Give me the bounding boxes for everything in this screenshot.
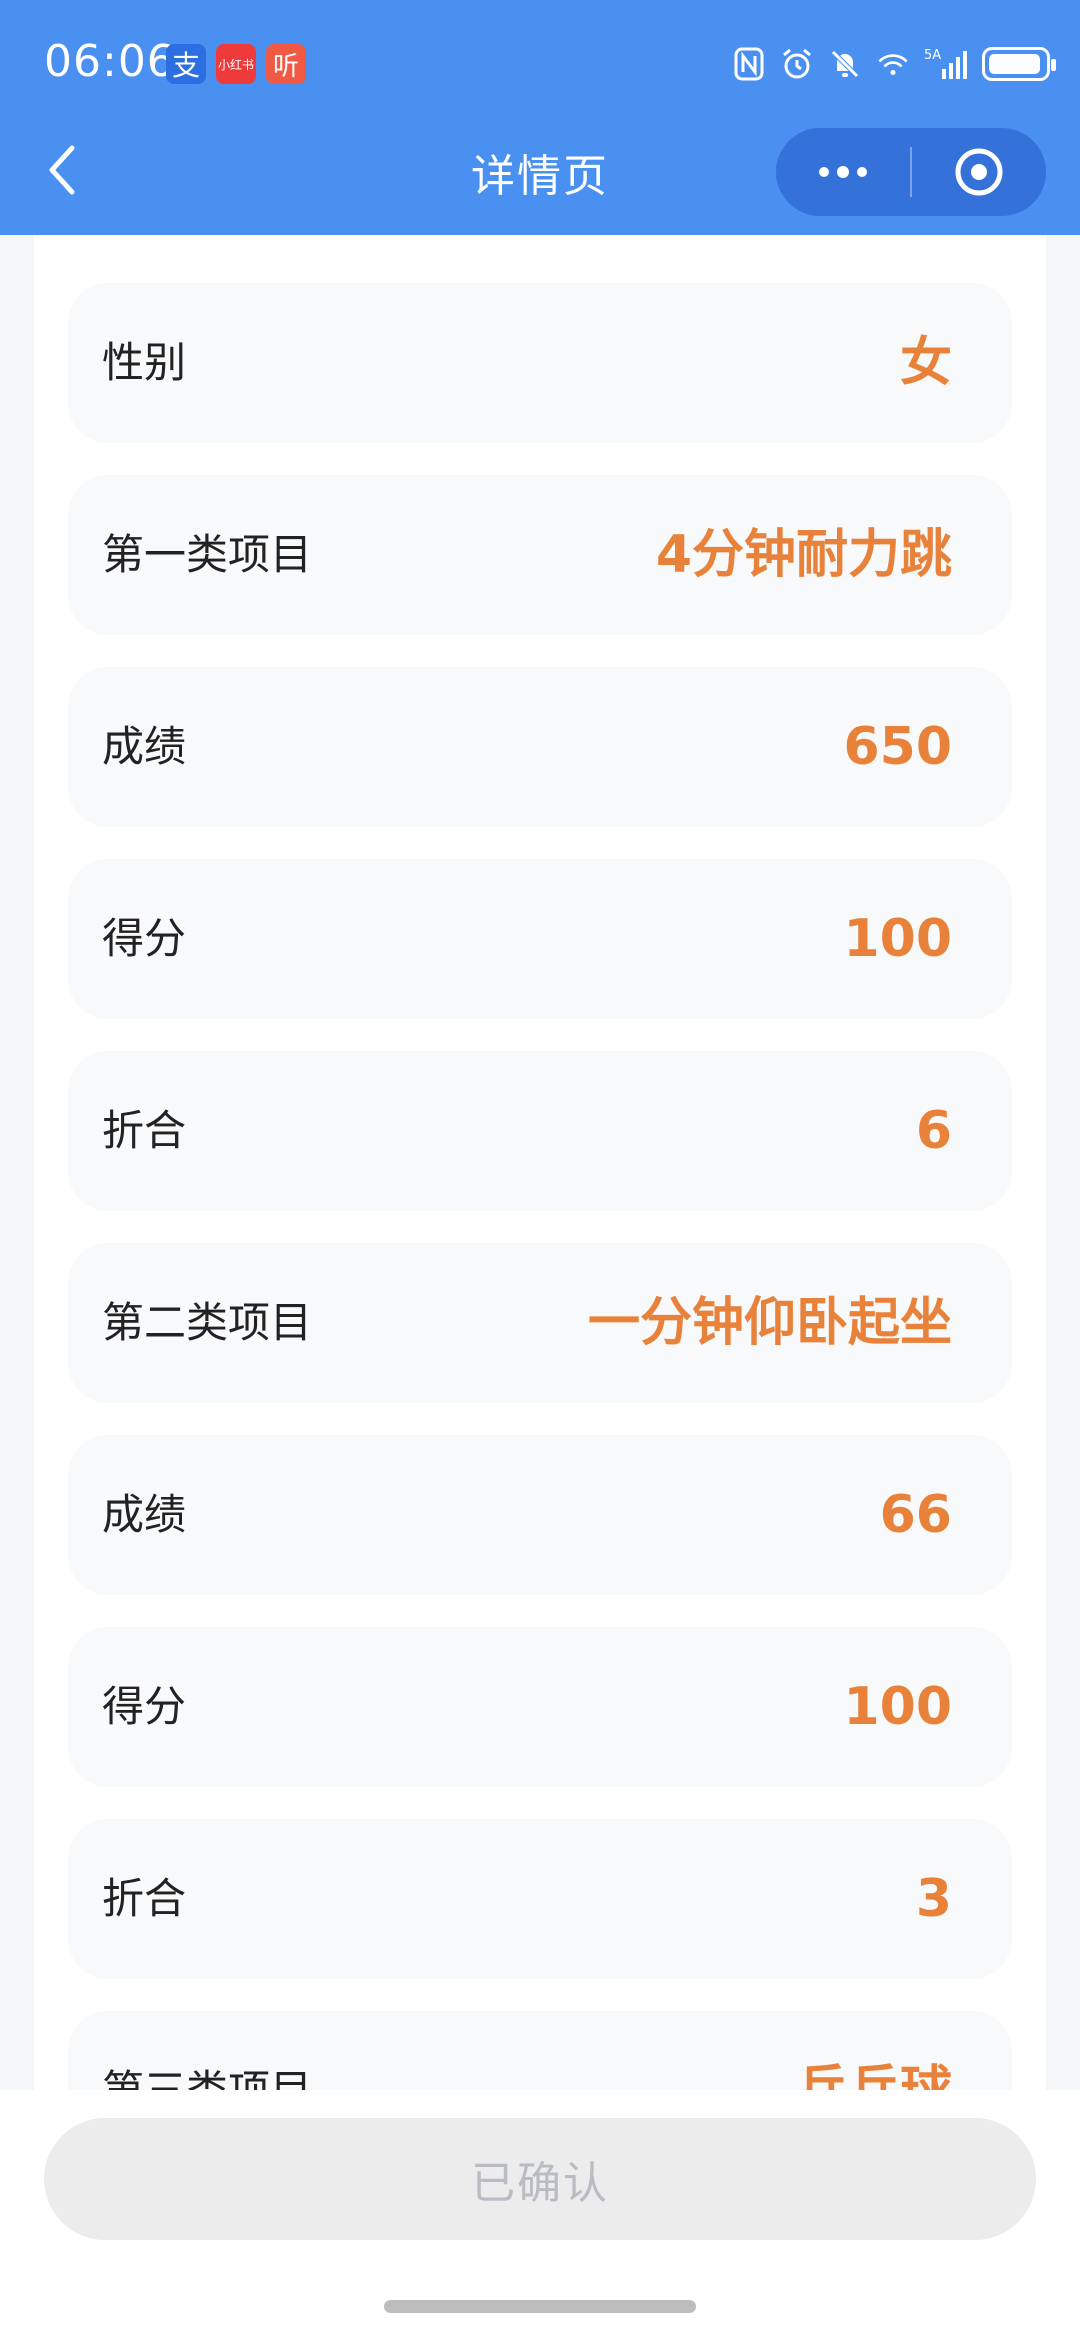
detail-row-event-3: 第三类项目 乒乓球 bbox=[68, 2011, 1012, 2090]
close-mini-program-button[interactable] bbox=[912, 128, 1046, 216]
network-label: 5A bbox=[924, 48, 941, 63]
row-label: 成绩 bbox=[102, 722, 187, 771]
row-label: 性别 bbox=[102, 338, 187, 387]
detail-row-result-1: 成绩 650 bbox=[68, 667, 1012, 827]
xiaohongshu-icon: 小红书 bbox=[216, 44, 256, 84]
row-value: 650 bbox=[843, 717, 952, 777]
detail-row-result-2: 成绩 66 bbox=[68, 1435, 1012, 1595]
nav-bar: 详情页 bbox=[0, 128, 1080, 235]
alipay-icon: 支 bbox=[166, 44, 206, 84]
row-value: 66 bbox=[879, 1485, 952, 1545]
battery-icon bbox=[982, 47, 1056, 81]
status-time: 06:06 bbox=[44, 36, 176, 87]
header: 06:06 支 小红书 听 5A 详情页 bbox=[0, 0, 1080, 235]
detail-page: 06:06 支 小红书 听 5A 详情页 性别 女 第一类项目 4分钟耐力跳 成… bbox=[0, 0, 1080, 2331]
confirmed-button[interactable]: 已确认 bbox=[44, 2118, 1036, 2240]
status-bar: 06:06 支 小红书 听 5A bbox=[0, 0, 1080, 128]
wifi-icon bbox=[876, 47, 910, 81]
row-label: 折合 bbox=[102, 1874, 187, 1923]
row-value: 6 bbox=[915, 1101, 952, 1161]
home-indicator[interactable] bbox=[384, 2300, 696, 2313]
system-icons: 5A bbox=[732, 42, 1056, 86]
row-label: 得分 bbox=[102, 1682, 187, 1731]
detail-row-event-1: 第一类项目 4分钟耐力跳 bbox=[68, 475, 1012, 635]
row-value: 4分钟耐力跳 bbox=[655, 525, 952, 585]
row-value: 女 bbox=[899, 333, 952, 393]
row-value: 一分钟仰卧起坐 bbox=[587, 1293, 952, 1353]
detail-row-event-2: 第二类项目 一分钟仰卧起坐 bbox=[68, 1243, 1012, 1403]
row-label: 第三类项目 bbox=[102, 2011, 312, 2090]
bottom-bar: 已确认 bbox=[0, 2090, 1080, 2331]
mini-program-capsule bbox=[776, 128, 1046, 216]
detail-row-score-2: 得分 100 bbox=[68, 1627, 1012, 1787]
signal-icon: 5A bbox=[924, 47, 968, 81]
row-label: 得分 bbox=[102, 914, 187, 963]
detail-row-score-1: 得分 100 bbox=[68, 859, 1012, 1019]
row-label: 成绩 bbox=[102, 1490, 187, 1539]
detail-row-converted-2: 折合 3 bbox=[68, 1819, 1012, 1979]
row-label: 折合 bbox=[102, 1106, 187, 1155]
listen-app-icon: 听 bbox=[266, 44, 306, 84]
nfc-icon bbox=[732, 47, 766, 81]
mute-bell-icon bbox=[828, 47, 862, 81]
row-label: 第二类项目 bbox=[102, 1298, 313, 1347]
alarm-icon bbox=[780, 47, 814, 81]
row-value: 100 bbox=[843, 1677, 952, 1737]
row-label: 第一类项目 bbox=[102, 530, 313, 579]
row-value: 乒乓球 bbox=[796, 2011, 952, 2090]
battery-fill bbox=[989, 54, 1041, 74]
more-dots-icon bbox=[819, 166, 867, 178]
target-close-icon bbox=[955, 148, 1003, 196]
detail-card: 性别 女 第一类项目 4分钟耐力跳 成绩 650 得分 100 折合 6 第二类… bbox=[34, 235, 1046, 2090]
row-value: 100 bbox=[843, 909, 952, 969]
detail-row-gender: 性别 女 bbox=[68, 283, 1012, 443]
more-button[interactable] bbox=[776, 128, 910, 216]
detail-row-converted-1: 折合 6 bbox=[68, 1051, 1012, 1211]
row-value: 3 bbox=[915, 1869, 952, 1929]
